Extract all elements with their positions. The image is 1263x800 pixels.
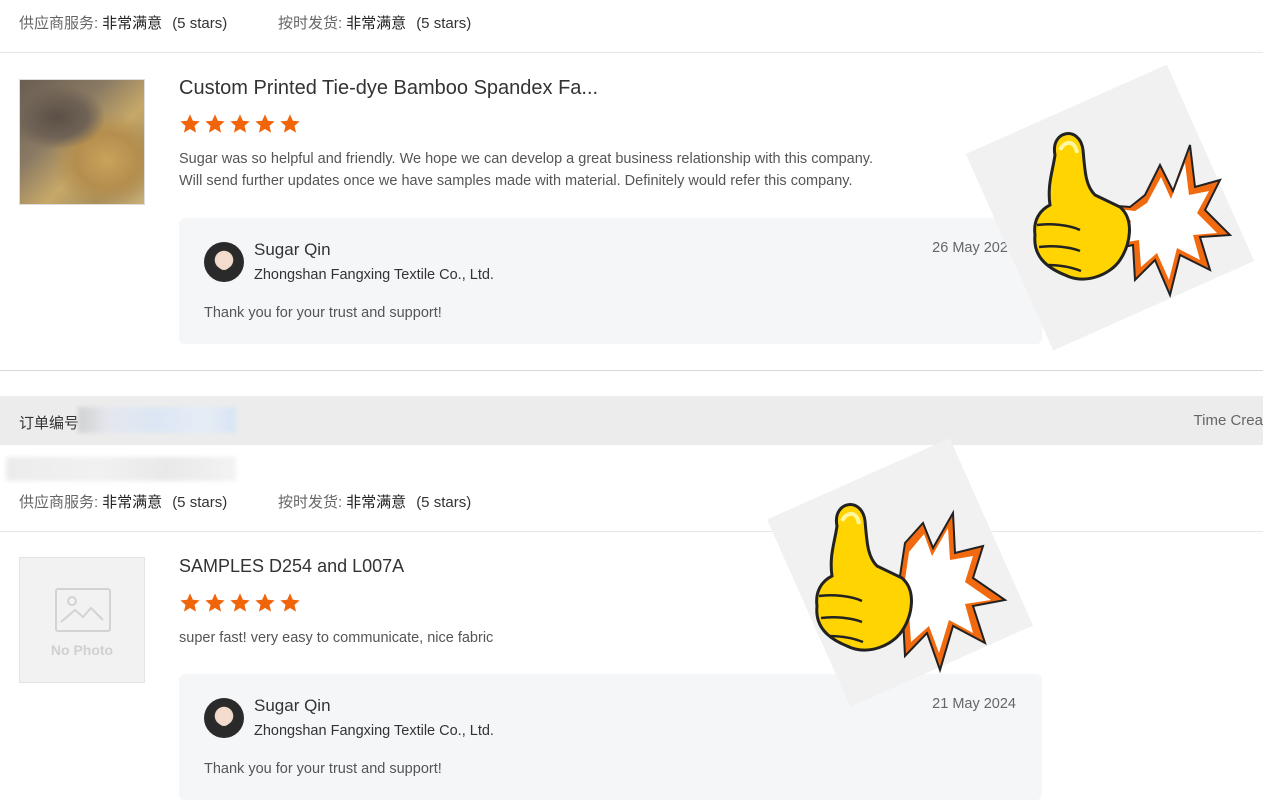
supplier-service-label: 供应商服务: [19, 494, 99, 511]
section-divider [0, 370, 1263, 397]
reply-name: Sugar Qin [254, 696, 331, 715]
on-time-delivery-rating: 按时发货: 非常满意 (5 stars) [278, 491, 471, 512]
rating-summary-row: 供应商服务: 非常满意 (5 stars) 按时发货: 非常满意 (5 stars) [0, 479, 1263, 532]
supplier-service-rating: 供应商服务: 非常满意 (5 stars) [19, 12, 227, 33]
star-icon [230, 114, 250, 133]
thumbs-up-sticker [1033, 132, 1233, 299]
supplier-service-rating: 供应商服务: 非常满意 (5 stars) [19, 491, 227, 512]
order-number-redacted [78, 407, 236, 433]
avatar [204, 242, 244, 282]
on-time-delivery-stars: (5 stars) [416, 15, 472, 32]
redacted-strip [6, 457, 236, 481]
reply-company: Zhongshan Fangxing Textile Co., Ltd. [254, 723, 494, 739]
star-icon [205, 114, 225, 133]
on-time-delivery-stars: (5 stars) [416, 494, 472, 511]
star-icon [230, 593, 250, 612]
reply-text: Thank you for your trust and support! [204, 761, 442, 777]
reply-text: Thank you for your trust and support! [204, 305, 442, 321]
supplier-service-stars: (5 stars) [172, 15, 228, 32]
reply-company: Zhongshan Fangxing Textile Co., Ltd. [254, 267, 494, 283]
star-icon [255, 593, 275, 612]
product-thumbnail[interactable] [19, 79, 145, 205]
on-time-delivery-label: 按时发货: [278, 494, 343, 511]
image-placeholder-icon [55, 588, 111, 632]
star-icon [280, 593, 300, 612]
product-thumbnail-placeholder[interactable]: No Photo [19, 557, 145, 683]
review-text-line-1: super fast! very easy to communicate, ni… [179, 630, 494, 646]
star-rating [179, 592, 301, 616]
review-text-line-2: Will send further updates once we have s… [179, 173, 853, 189]
reply-date: 21 May 2024 [932, 696, 1016, 712]
supplier-service-label: 供应商服务: [19, 15, 99, 32]
star-icon [180, 114, 200, 133]
order-number-label: 订单编号 [19, 415, 80, 432]
supplier-service-value: 非常满意 [102, 15, 163, 32]
reply-date: 26 May 2024 [932, 240, 1016, 256]
on-time-delivery-value: 非常满意 [346, 494, 407, 511]
star-icon [205, 593, 225, 612]
reply-name: Sugar Qin [254, 240, 331, 259]
rating-summary-row: 供应商服务: 非常满意 (5 stars) 按时发货: 非常满意 (5 stars) [0, 0, 1263, 53]
avatar [204, 698, 244, 738]
review-text-line-1: Sugar was so helpful and friendly. We ho… [179, 151, 873, 167]
on-time-delivery-rating: 按时发货: 非常满意 (5 stars) [278, 12, 471, 33]
on-time-delivery-value: 非常满意 [346, 15, 407, 32]
no-photo-label: No Photo [50, 642, 114, 658]
supplier-reply: Sugar Qin Zhongshan Fangxing Textile Co.… [179, 674, 1042, 800]
on-time-delivery-label: 按时发货: [278, 15, 343, 32]
supplier-service-value: 非常满意 [102, 494, 163, 511]
thumbs-up-sticker [815, 503, 1008, 674]
star-icon [255, 114, 275, 133]
star-rating [179, 113, 301, 137]
star-icon [280, 114, 300, 133]
star-icon [180, 593, 200, 612]
supplier-service-stars: (5 stars) [172, 494, 228, 511]
product-title-link[interactable]: SAMPLES D254 and L007A [179, 556, 404, 577]
product-title-link[interactable]: Custom Printed Tie-dye Bamboo Spandex Fa… [179, 77, 598, 100]
time-created-label: Time Crea [1193, 412, 1263, 429]
supplier-reply: Sugar Qin Zhongshan Fangxing Textile Co.… [179, 218, 1042, 344]
